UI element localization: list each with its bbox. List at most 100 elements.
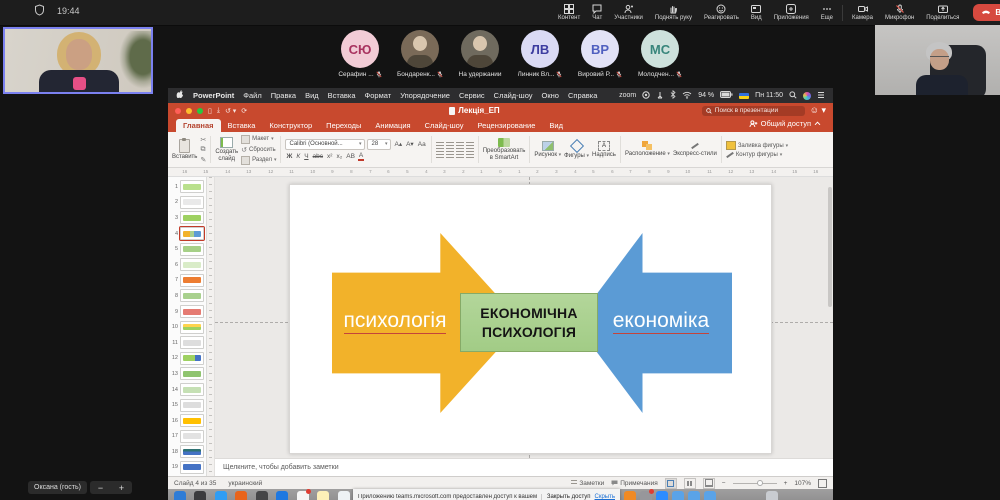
menu-window[interactable]: Окно [542, 91, 559, 100]
slide-thumbnail[interactable] [180, 180, 204, 193]
dock-icon-trash[interactable] [766, 491, 778, 500]
slide-sorter-view-button[interactable] [684, 478, 696, 489]
align-left-icon[interactable] [436, 151, 444, 158]
slide-thumbnail[interactable] [180, 289, 204, 302]
slide-thumbnail-row[interactable]: 6 [168, 257, 206, 273]
convert-smartart-button[interactable]: Преобразовать в SmartArt [483, 134, 526, 165]
font-name-select[interactable]: Calibri (Основной...▾ [285, 139, 365, 150]
dock-icon-folder-3[interactable] [704, 491, 716, 500]
menu-tools[interactable]: Сервис [459, 91, 485, 100]
insert-picture-button[interactable]: Рисунок ▾ [534, 134, 561, 165]
menu-insert[interactable]: Вставка [328, 91, 356, 100]
shrink-font-button[interactable]: А▾ [405, 140, 415, 148]
ribbon-tab[interactable]: Слайд-шоу [418, 119, 471, 132]
more-button[interactable]: Еще [815, 0, 839, 25]
slide-thumbnail-row[interactable]: 7 [168, 273, 206, 289]
slide-thumbnail-row[interactable]: 8 [168, 288, 206, 304]
canvas-scrollbar[interactable] [828, 187, 832, 307]
slide-thumbnail-row[interactable]: 16 [168, 413, 206, 429]
slide-thumbnail-row[interactable]: 2 [168, 195, 206, 211]
slide-thumbnail[interactable] [180, 258, 204, 271]
character-spacing-button[interactable]: АВ [345, 153, 356, 160]
zoom-app-menubar[interactable]: zoom [619, 92, 636, 99]
menu-slideshow[interactable]: Слайд-шоу [494, 91, 533, 100]
ribbon-tab[interactable]: Рецензирование [470, 119, 542, 132]
window-zoom-button[interactable] [197, 108, 203, 114]
security-shield-icon[interactable] [34, 4, 45, 18]
participants-button[interactable]: Участники [608, 0, 649, 25]
participant[interactable]: ВР Вировий Р... [571, 30, 629, 78]
undo-icon[interactable]: ↺ ▾ [225, 107, 236, 115]
dock-icon-photos[interactable] [256, 491, 268, 500]
slide-thumbnail-row[interactable]: 3 [168, 210, 206, 226]
slide-thumbnail[interactable] [180, 445, 204, 458]
quick-styles-button[interactable]: Экспресс-стили [673, 134, 717, 165]
economics-label[interactable]: економіка [596, 309, 726, 333]
presentation-search-input[interactable]: Поиск в презентации [702, 106, 805, 116]
menu-edit[interactable]: Правка [271, 91, 296, 100]
participant[interactable]: На удержании [451, 30, 509, 78]
slide-thumbnail-row[interactable]: 9 [168, 304, 206, 320]
slide-thumbnail-row[interactable]: 15 [168, 397, 206, 413]
slide-thumbnail-row[interactable]: 17 [168, 429, 206, 445]
slide-thumbnail-row[interactable]: 4 [168, 226, 206, 242]
shape-outline-button[interactable]: Контур фигуры▾ [726, 152, 788, 158]
slideshow-view-button[interactable] [703, 478, 715, 489]
dock-icon-folder-2[interactable] [688, 491, 700, 500]
notes-pane[interactable]: Щелкните, чтобы добавить заметки [215, 458, 833, 476]
slide-thumbnail-row[interactable]: 12 [168, 351, 206, 367]
bold-button[interactable]: Ж [285, 153, 293, 160]
slide-thumbnail[interactable] [180, 461, 204, 474]
save-icon[interactable]: ⤓ [217, 107, 220, 115]
camera-status-icon[interactable] [642, 91, 650, 101]
zoom-in-button[interactable]: + [784, 480, 788, 487]
slide-thumbnail[interactable] [180, 305, 204, 318]
zoom-out-button[interactable]: − [722, 480, 726, 487]
insert-textbox-button[interactable]: A Надпись [592, 134, 616, 165]
cut-icon[interactable]: ✂ [200, 136, 206, 144]
participant-avatar[interactable] [461, 30, 499, 68]
slide-canvas[interactable]: психологія економіка ЕКОНОМІЧНА ПСИХОЛОГ… [215, 177, 833, 458]
slide-thumbnail[interactable] [180, 367, 204, 380]
dock-icon-safari[interactable] [215, 491, 227, 500]
dock-icon-launchpad[interactable] [194, 491, 206, 500]
wifi-icon[interactable] [682, 91, 692, 101]
slide-thumbnails-panel[interactable]: 1 2 3 [168, 177, 207, 476]
new-doc-icon[interactable]: ▯ [208, 107, 212, 115]
indent-increase-icon[interactable] [466, 142, 474, 149]
slide-thumbnail[interactable] [180, 211, 204, 224]
participant-avatar[interactable]: МС [641, 30, 679, 68]
participant[interactable]: ЛВ Линник Вл... [511, 30, 569, 78]
slide-thumbnail-row[interactable]: 18 [168, 444, 206, 460]
slide-thumbnail[interactable] [180, 336, 204, 349]
zoom-slider[interactable] [733, 483, 777, 484]
zoom-percent[interactable]: 107% [794, 480, 811, 487]
menubar-clock[interactable]: Пн 11:50 [755, 92, 783, 99]
slide-thumbnail[interactable] [180, 321, 204, 334]
slide-thumbnail-row[interactable]: 5 [168, 241, 206, 257]
reactions-button[interactable]: Реагировать [698, 0, 745, 25]
slide-thumbnail[interactable] [180, 399, 204, 412]
indent-decrease-icon[interactable] [456, 142, 464, 149]
menubar-app-name[interactable]: PowerPoint [193, 91, 234, 100]
shape-fill-button[interactable]: Заливка фигуры▾ [726, 141, 788, 150]
layout-button[interactable]: Макет▾ [241, 135, 276, 144]
normal-view-button[interactable] [665, 478, 677, 489]
arrange-button[interactable]: Расположение ▾ [625, 134, 670, 165]
stop-share-button[interactable]: Закрыть доступ [541, 494, 591, 500]
insert-shapes-button[interactable]: Фигуры ▾ [564, 134, 589, 165]
dock-icon-zoom-app[interactable] [656, 491, 668, 500]
current-slide[interactable]: психологія економіка ЕКОНОМІЧНА ПСИХОЛОГ… [289, 184, 772, 454]
font-color-button[interactable]: А [358, 152, 364, 161]
slide-thumbnail-row[interactable]: 19 [168, 460, 206, 476]
numbered-list-icon[interactable] [446, 142, 454, 149]
strikethrough-button[interactable]: abc [312, 153, 324, 160]
chat-button[interactable]: Чат [586, 0, 608, 25]
italic-button[interactable]: К [295, 153, 301, 160]
raise-hand-button[interactable]: Поднять руку [649, 0, 698, 25]
slide-thumbnail[interactable] [180, 243, 204, 256]
ribbon-tab[interactable]: Вставка [221, 119, 263, 132]
participant-avatar[interactable]: ВР [581, 30, 619, 68]
apple-menu-icon[interactable] [176, 90, 184, 101]
slide-thumbnail[interactable] [180, 352, 204, 365]
